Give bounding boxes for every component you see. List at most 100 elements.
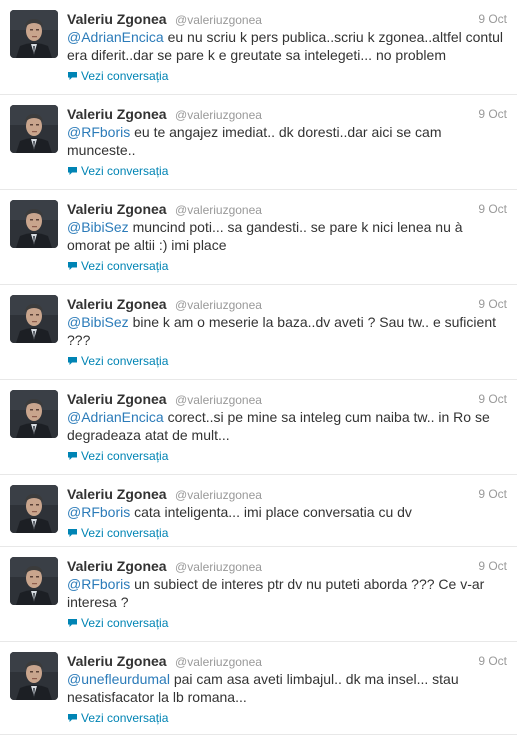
view-conversation-link[interactable]: Vezi conversația bbox=[67, 709, 507, 727]
tweet-timestamp[interactable]: 9 Oct bbox=[478, 390, 507, 408]
avatar[interactable] bbox=[10, 105, 58, 153]
view-conversation-link[interactable]: Vezi conversația bbox=[67, 352, 507, 370]
avatar-portrait-icon bbox=[10, 390, 58, 438]
tweet-body: bine k am o meserie la baza..dv aveti ? … bbox=[67, 314, 496, 348]
tweet-timestamp[interactable]: 9 Oct bbox=[478, 557, 507, 575]
avatar[interactable] bbox=[10, 652, 58, 700]
speech-bubble-icon bbox=[68, 262, 77, 270]
avatar[interactable] bbox=[10, 295, 58, 343]
mention-link[interactable]: @unefleurdumal bbox=[67, 671, 170, 687]
tweet-item[interactable]: Valeriu Zgonea @valeriuzgonea 9 Oct @RFb… bbox=[0, 475, 517, 547]
tweet-item[interactable]: Valeriu Zgonea @valeriuzgonea 9 Oct @RFb… bbox=[0, 547, 517, 642]
view-conversation-link[interactable]: Vezi conversația bbox=[67, 257, 507, 275]
avatar-portrait-icon bbox=[10, 10, 58, 58]
speech-bubble-icon bbox=[68, 167, 77, 175]
speech-bubble-icon bbox=[68, 452, 77, 460]
author-name[interactable]: Valeriu Zgonea bbox=[67, 201, 167, 217]
author-handle[interactable]: @valeriuzgonea bbox=[175, 13, 262, 27]
speech-bubble-icon bbox=[68, 357, 77, 365]
tweet-timestamp[interactable]: 9 Oct bbox=[478, 105, 507, 123]
view-conversation-label: Vezi conversația bbox=[81, 259, 169, 273]
tweet-header: Valeriu Zgonea @valeriuzgonea bbox=[67, 485, 507, 503]
author-name[interactable]: Valeriu Zgonea bbox=[67, 11, 167, 27]
view-conversation-label: Vezi conversația bbox=[81, 526, 169, 540]
view-conversation-label: Vezi conversația bbox=[81, 616, 169, 630]
tweet-text: @BibiSez muncind poti... sa gandesti.. s… bbox=[67, 218, 507, 254]
avatar-portrait-icon bbox=[10, 652, 58, 700]
mention-link[interactable]: @RFboris bbox=[67, 576, 130, 592]
view-conversation-link[interactable]: Vezi conversația bbox=[67, 447, 507, 465]
tweet-body: un subiect de interes ptr dv nu puteti a… bbox=[67, 576, 485, 610]
avatar-portrait-icon bbox=[10, 105, 58, 153]
tweet-timestamp[interactable]: 9 Oct bbox=[478, 295, 507, 313]
author-handle[interactable]: @valeriuzgonea bbox=[175, 560, 262, 574]
avatar-portrait-icon bbox=[10, 295, 58, 343]
tweet-text: @AdrianEncica eu nu scriu k pers publica… bbox=[67, 28, 507, 64]
tweet-body: cata inteligenta... imi place conversati… bbox=[130, 504, 412, 520]
mention-link[interactable]: @RFboris bbox=[67, 124, 130, 140]
speech-bubble-icon bbox=[68, 529, 77, 537]
tweet-header: Valeriu Zgonea @valeriuzgonea bbox=[67, 10, 507, 28]
view-conversation-label: Vezi conversația bbox=[81, 69, 169, 83]
tweet-header: Valeriu Zgonea @valeriuzgonea bbox=[67, 652, 507, 670]
avatar[interactable] bbox=[10, 200, 58, 248]
author-handle[interactable]: @valeriuzgonea bbox=[175, 655, 262, 669]
speech-bubble-icon bbox=[68, 72, 77, 80]
mention-link[interactable]: @AdrianEncica bbox=[67, 409, 164, 425]
view-conversation-label: Vezi conversația bbox=[81, 354, 169, 368]
avatar[interactable] bbox=[10, 485, 58, 533]
view-conversation-link[interactable]: Vezi conversația bbox=[67, 67, 507, 85]
tweet-item[interactable]: Valeriu Zgonea @valeriuzgonea 9 Oct @Bib… bbox=[0, 190, 517, 285]
view-conversation-label: Vezi conversația bbox=[81, 449, 169, 463]
view-conversation-label: Vezi conversația bbox=[81, 164, 169, 178]
tweet-timeline: Valeriu Zgonea @valeriuzgonea 9 Oct @Adr… bbox=[0, 0, 517, 735]
tweet-text: @RFboris cata inteligenta... imi place c… bbox=[67, 503, 507, 521]
tweet-timestamp[interactable]: 9 Oct bbox=[478, 200, 507, 218]
mention-link[interactable]: @RFboris bbox=[67, 504, 130, 520]
tweet-header: Valeriu Zgonea @valeriuzgonea bbox=[67, 105, 507, 123]
tweet-header: Valeriu Zgonea @valeriuzgonea bbox=[67, 557, 507, 575]
view-conversation-link[interactable]: Vezi conversația bbox=[67, 524, 507, 542]
author-name[interactable]: Valeriu Zgonea bbox=[67, 653, 167, 669]
tweet-header: Valeriu Zgonea @valeriuzgonea bbox=[67, 390, 507, 408]
tweet-timestamp[interactable]: 9 Oct bbox=[478, 10, 507, 28]
tweet-item[interactable]: Valeriu Zgonea @valeriuzgonea 9 Oct @une… bbox=[0, 642, 517, 735]
view-conversation-link[interactable]: Vezi conversația bbox=[67, 162, 507, 180]
author-name[interactable]: Valeriu Zgonea bbox=[67, 391, 167, 407]
tweet-timestamp[interactable]: 9 Oct bbox=[478, 652, 507, 670]
tweet-text: @RFboris un subiect de interes ptr dv nu… bbox=[67, 575, 507, 611]
tweet-text: @RFboris eu te angajez imediat.. dk dore… bbox=[67, 123, 507, 159]
avatar[interactable] bbox=[10, 390, 58, 438]
author-handle[interactable]: @valeriuzgonea bbox=[175, 488, 262, 502]
view-conversation-link[interactable]: Vezi conversația bbox=[67, 614, 507, 632]
author-handle[interactable]: @valeriuzgonea bbox=[175, 203, 262, 217]
avatar[interactable] bbox=[10, 557, 58, 605]
speech-bubble-icon bbox=[68, 714, 77, 722]
author-name[interactable]: Valeriu Zgonea bbox=[67, 106, 167, 122]
mention-link[interactable]: @BibiSez bbox=[67, 219, 129, 235]
tweet-text: @AdrianEncica corect..si pe mine sa inte… bbox=[67, 408, 507, 444]
tweet-item[interactable]: Valeriu Zgonea @valeriuzgonea 9 Oct @Bib… bbox=[0, 285, 517, 380]
avatar-portrait-icon bbox=[10, 200, 58, 248]
mention-link[interactable]: @AdrianEncica bbox=[67, 29, 164, 45]
avatar[interactable] bbox=[10, 10, 58, 58]
author-name[interactable]: Valeriu Zgonea bbox=[67, 486, 167, 502]
author-handle[interactable]: @valeriuzgonea bbox=[175, 298, 262, 312]
tweet-item[interactable]: Valeriu Zgonea @valeriuzgonea 9 Oct @Adr… bbox=[0, 380, 517, 475]
author-name[interactable]: Valeriu Zgonea bbox=[67, 296, 167, 312]
tweet-timestamp[interactable]: 9 Oct bbox=[478, 485, 507, 503]
mention-link[interactable]: @BibiSez bbox=[67, 314, 129, 330]
view-conversation-label: Vezi conversația bbox=[81, 711, 169, 725]
avatar-portrait-icon bbox=[10, 485, 58, 533]
author-handle[interactable]: @valeriuzgonea bbox=[175, 108, 262, 122]
tweet-item[interactable]: Valeriu Zgonea @valeriuzgonea 9 Oct @RFb… bbox=[0, 95, 517, 190]
tweet-header: Valeriu Zgonea @valeriuzgonea bbox=[67, 200, 507, 218]
tweet-header: Valeriu Zgonea @valeriuzgonea bbox=[67, 295, 507, 313]
speech-bubble-icon bbox=[68, 619, 77, 627]
tweet-text: @BibiSez bine k am o meserie la baza..dv… bbox=[67, 313, 507, 349]
tweet-text: @unefleurdumal pai cam asa aveti limbaju… bbox=[67, 670, 507, 706]
author-handle[interactable]: @valeriuzgonea bbox=[175, 393, 262, 407]
avatar-portrait-icon bbox=[10, 557, 58, 605]
author-name[interactable]: Valeriu Zgonea bbox=[67, 558, 167, 574]
tweet-item[interactable]: Valeriu Zgonea @valeriuzgonea 9 Oct @Adr… bbox=[0, 0, 517, 95]
